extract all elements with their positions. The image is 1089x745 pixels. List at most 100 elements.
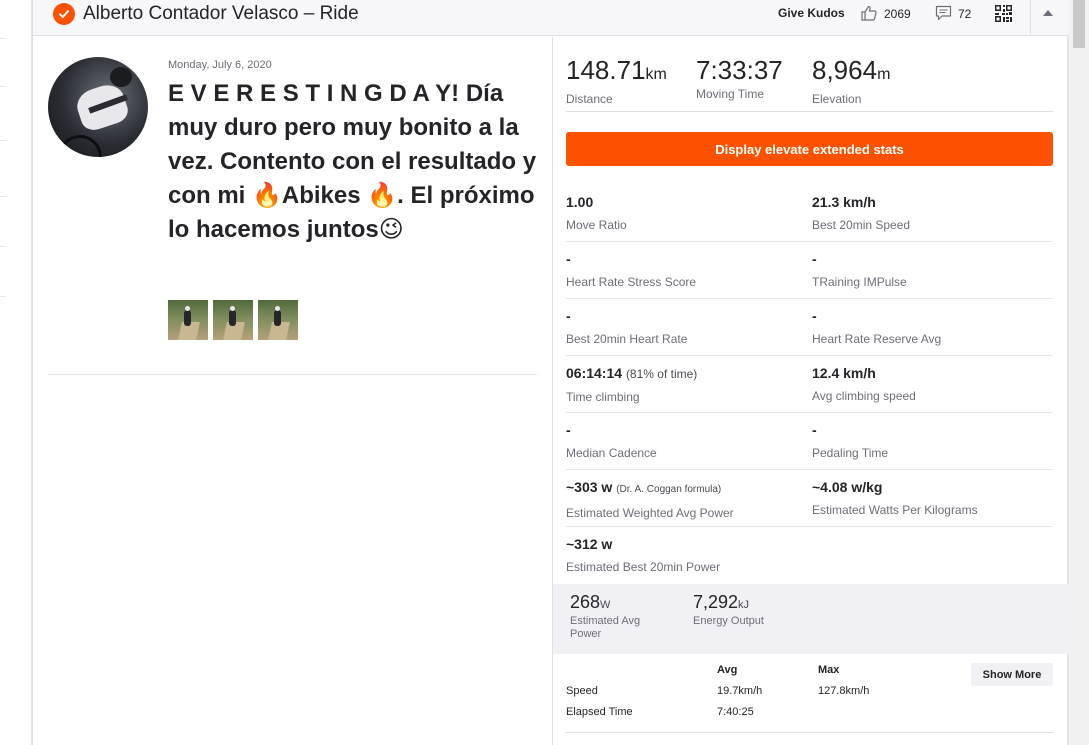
gutter-divider [0,246,6,247]
verified-badge-icon [53,3,75,25]
stat-label: Estimated Best 20min Power [566,560,721,574]
pedaling-time-stat: - Pedaling Time [812,421,888,460]
activity-description-pane: Monday, July 6, 2020 E V E R E S T I N G… [33,37,552,745]
energy-unit: kJ [738,599,750,611]
hr-stress-score-stat: - Heart Rate Stress Score [566,250,696,289]
speed-time-table: Avg Max Speed 19.7km/h 127.8km/h Elapsed… [553,654,1070,734]
kudos-count[interactable]: 2069 [884,7,911,21]
median-cadence-stat: - Median Cadence [566,421,657,460]
table-cell-avg: 19.7km/h [717,685,763,697]
move-ratio-stat: 1.00 Move Ratio [566,193,627,232]
stats-row: ~312 w Estimated Best 20min Power [566,527,1053,584]
comment-icon[interactable] [935,5,952,21]
energy-value: 7,292 [693,592,739,612]
avatar-rider-helmet [110,67,132,87]
avg-column-header: Avg [717,664,738,676]
show-more-button[interactable]: Show More [971,663,1053,686]
avg-power-value: 268 [570,592,601,612]
activity-photos [168,300,298,340]
table-row-label: Elapsed Time [566,706,633,718]
stat-label: Estimated Weighted Avg Power [566,506,734,520]
distance-stat: 148.71km Distance [566,55,667,106]
stat-label: Estimated Watts Per Kilograms [812,503,978,517]
hr-reserve-avg-stat: - Heart Rate Reserve Avg [812,307,941,346]
energy-label: Energy Output [693,615,764,627]
avg-climbing-speed-stat: 12.4 km/h Avg climbing speed [812,364,916,403]
stat-label: Pedaling Time [812,446,889,460]
stat-value: - [566,308,571,324]
give-kudos-button[interactable]: Give Kudos [778,6,845,20]
qr-code-icon[interactable] [994,4,1013,23]
gutter-divider [0,38,6,39]
activity-stats-pane: 148.71km Distance 7:33:37 Moving Time 8,… [552,37,1070,745]
stats-row: ~303 w (Dr. A. Coggan formula) Estimated… [566,470,1053,527]
header-separator [1030,0,1031,36]
stat-value: 1.00 [566,194,594,210]
stat-value: ~312 w [566,536,613,552]
activity-photo-thumbnail[interactable] [258,300,298,340]
stats-row: - Median Cadence - Pedaling Time [566,413,1053,470]
stats-row: 1.00 Move Ratio 21.3 km/h Best 20min Spe… [566,185,1053,242]
extended-stats-grid: 1.00 Move Ratio 21.3 km/h Best 20min Spe… [566,185,1053,584]
collapse-caret-icon[interactable] [1043,10,1053,16]
stat-label: Heart Rate Reserve Avg [812,332,942,346]
stats-row: 06:14:14 (81% of time) Time climbing 12.… [566,356,1053,413]
elevation-value: 8,964 [812,55,878,85]
gutter-divider [0,296,6,297]
stat-value: 12.4 km/h [812,365,876,381]
table-row-label: Speed [566,685,598,697]
stat-label: Avg climbing speed [812,389,916,403]
avatar-bike-wheel [58,135,102,157]
activity-photo-thumbnail[interactable] [168,300,208,340]
summary-divider [566,111,1053,112]
stat-label: Heart Rate Stress Score [566,275,697,289]
activity-header-title[interactable]: Alberto Contador Velasco – Ride [83,3,359,25]
moving-time-value: 7:33:37 [696,55,783,85]
table-cell-avg: 7:40:25 [717,706,754,718]
stat-note: (81% of time) [625,367,698,381]
thumbs-up-icon[interactable] [860,4,878,22]
distance-value: 148.71 [566,55,646,85]
table-bottom-divider [566,732,1053,733]
avg-power-stat: 268W Estimated Avg Power [570,592,640,641]
activity-card: Alberto Contador Velasco – Ride Give Kud… [32,0,1070,745]
comment-count[interactable]: 72 [958,7,971,21]
stat-label: TRaining IMPulse [812,275,907,289]
scrollbar-thumb[interactable] [1073,0,1085,48]
gutter-divider [0,196,6,197]
weighted-avg-power-stat: ~303 w (Dr. A. Coggan formula) Estimated… [566,478,734,520]
avg-power-label-line1: Estimated Avg [570,615,641,627]
distance-label: Distance [566,92,613,106]
elevation-label: Elevation [812,92,862,106]
stat-label: Median Cadence [566,446,657,460]
stats-row: - Heart Rate Stress Score - TRaining IMP… [566,242,1053,299]
stat-label: Move Ratio [566,218,627,232]
activity-header: Alberto Contador Velasco – Ride Give Kud… [33,0,1069,36]
activity-photo-thumbnail[interactable] [213,300,253,340]
watts-per-kg-stat: ~4.08 w/kg Estimated Watts Per Kilograms [812,478,978,517]
moving-time-label: Moving Time [696,87,765,101]
avg-power-unit: W [600,599,611,611]
power-summary-panel: 268W Estimated Avg Power 7,292kJ Energy … [553,584,1070,654]
stat-value: - [812,308,817,324]
description-divider [48,374,537,375]
athlete-avatar[interactable] [48,57,148,157]
distance-unit: km [645,66,667,83]
elevation-unit: m [877,66,891,83]
max-column-header: Max [818,664,840,676]
table-cell-max: 127.8km/h [818,685,870,697]
best-20min-power-stat: ~312 w Estimated Best 20min Power [566,535,720,574]
left-page-gutter [0,0,32,745]
stat-value: - [566,422,571,438]
vertical-scrollbar[interactable] [1068,0,1089,745]
best-20min-speed-stat: 21.3 km/h Best 20min Speed [812,193,910,232]
stat-label: Best 20min Speed [812,218,911,232]
elevate-extended-stats-button[interactable]: Display elevate extended stats [566,132,1053,166]
stat-value: ~303 w [566,479,613,495]
avg-power-label-line2: Power [570,628,602,640]
stat-label: Best 20min Heart Rate [566,332,688,346]
stat-label: Time climbing [566,390,640,404]
stat-note: (Dr. A. Coggan formula) [616,484,722,495]
time-climbing-stat: 06:14:14 (81% of time) Time climbing [566,364,697,404]
energy-output-stat: 7,292kJ Energy Output [693,592,764,628]
